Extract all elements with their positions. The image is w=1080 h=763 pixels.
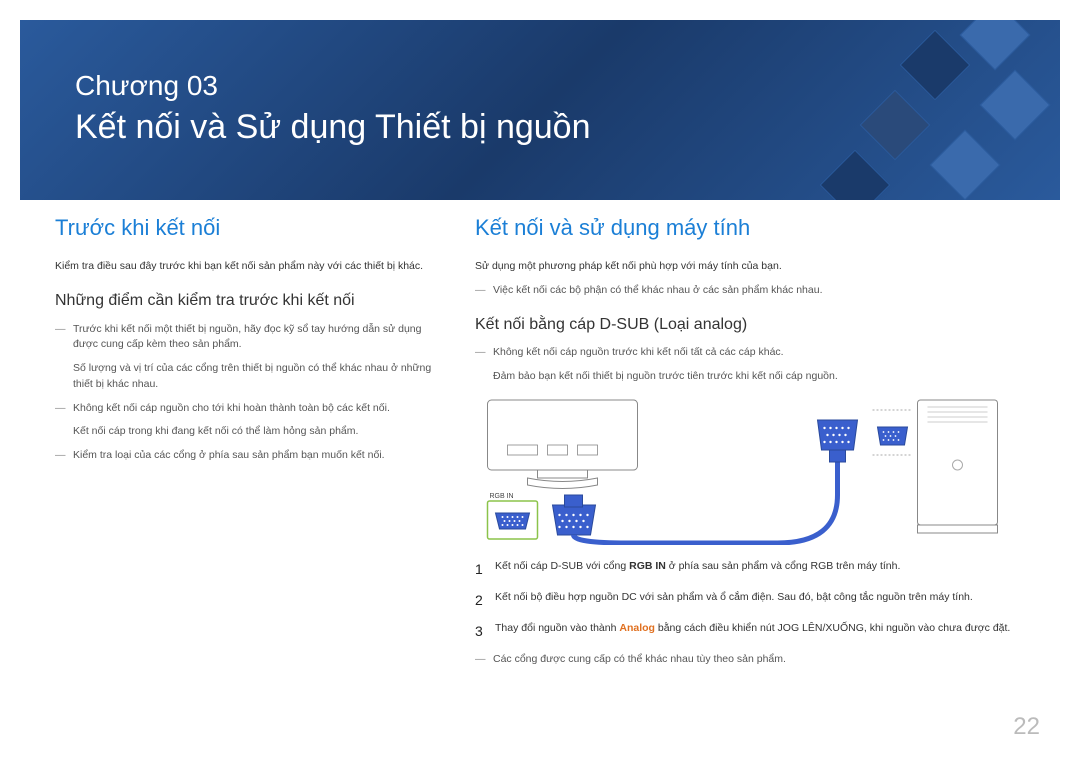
header-decorative-cubes [780, 20, 1060, 200]
step-text: Kết nối cáp D-SUB với cổng RGB IN ở phía… [495, 559, 1040, 580]
section-heading-connect-use-pc: Kết nối và sử dụng máy tính [475, 215, 1040, 241]
step-row: 3 Thay đổi nguồn vào thành Analog bằng c… [475, 621, 1040, 642]
warning-item: Không kết nối cáp nguồn trước khi kết nố… [475, 345, 1040, 361]
subsection-heading-dsub: Kết nối bằng cáp D-SUB (Loại analog) [475, 315, 1040, 336]
column-left: Trước khi kết nối Kiểm tra điều sau đây … [55, 215, 435, 676]
bullet-item: Kiểm tra loại của các cổng ở phía sau sả… [55, 448, 435, 464]
dsub-diagram-svg: RGB IN [475, 395, 1040, 545]
intro-text: Kiểm tra điều sau đây trước khi bạn kết … [55, 259, 435, 275]
section-heading-before-connecting: Trước khi kết nối [55, 215, 435, 241]
page-number: 22 [1013, 713, 1040, 741]
step-text: Kết nối bộ điều hợp nguồn DC với sản phẩ… [495, 590, 1040, 611]
note-item: Các cổng được cung cấp có thể khác nhau … [475, 652, 1040, 668]
note-item: Việc kết nối các bộ phận có thể khác nha… [475, 283, 1040, 299]
diagram-label-rgbin: RGB IN [490, 493, 514, 500]
step-row: 1 Kết nối cáp D-SUB với cổng RGB IN ở ph… [475, 559, 1040, 580]
intro-text: Sử dụng một phương pháp kết nối phù hợp … [475, 259, 1040, 275]
column-right: Kết nối và sử dụng máy tính Sử dụng một … [475, 215, 1040, 676]
bullet-item: Trước khi kết nối một thiết bị nguồn, hã… [55, 322, 435, 354]
content-area: Trước khi kết nối Kiểm tra điều sau đây … [55, 215, 1040, 676]
step-number: 3 [475, 621, 495, 642]
step-number: 2 [475, 590, 495, 611]
warning-subtext: Đảm bảo bạn kết nối thiết bị nguồn trước… [475, 369, 1040, 385]
connection-diagram: RGB IN [475, 395, 1040, 545]
chapter-label: Chương 03 [75, 70, 218, 102]
step-number: 1 [475, 559, 495, 580]
page-root: Chương 03 Kết nối và Sử dụng Thiết bị ng… [0, 0, 1080, 763]
chapter-header-bg: Chương 03 Kết nối và Sử dụng Thiết bị ng… [20, 20, 1060, 200]
step-row: 2 Kết nối bộ điều hợp nguồn DC với sản p… [475, 590, 1040, 611]
chapter-title: Kết nối và Sử dụng Thiết bị nguồn [75, 108, 591, 147]
bullet-item: Không kết nối cáp nguồn cho tới khi hoàn… [55, 401, 435, 417]
subsection-heading-checkpoints: Những điểm cần kiểm tra trước khi kết nố… [55, 291, 435, 312]
step-text: Thay đổi nguồn vào thành Analog bằng các… [495, 621, 1040, 642]
bullet-subtext: Kết nối cáp trong khi đang kết nối có th… [55, 424, 435, 440]
bullet-subtext: Số lượng và vị trí của các cổng trên thi… [55, 361, 435, 393]
